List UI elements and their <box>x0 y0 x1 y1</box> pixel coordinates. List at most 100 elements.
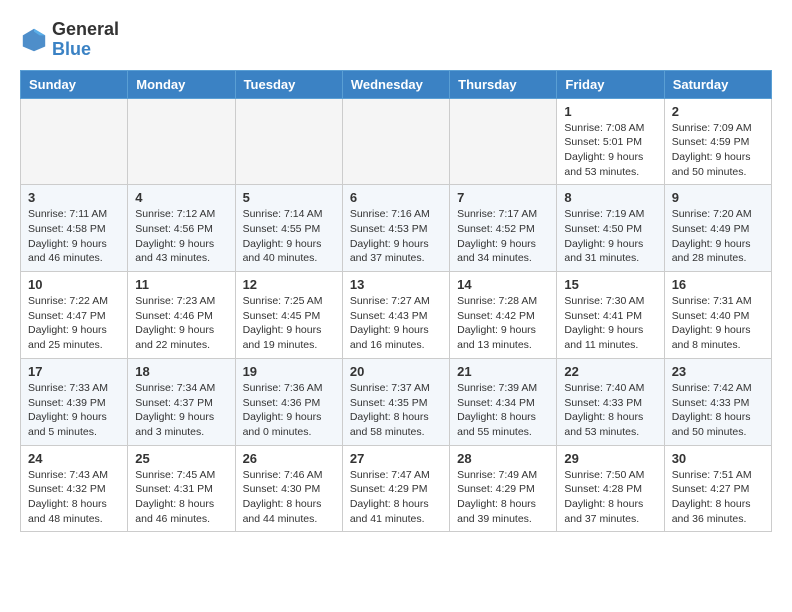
calendar-cell: 4Sunrise: 7:12 AM Sunset: 4:56 PM Daylig… <box>128 185 235 272</box>
calendar-cell: 2 Sunrise: 7:09 AM Sunset: 4:59 PM Daylig… <box>664 98 771 185</box>
day-number: 7 <box>457 190 549 205</box>
day-number: 17 <box>28 364 120 379</box>
day-info: Sunrise: 7:51 AM Sunset: 4:27 PM Dayligh… <box>672 468 764 527</box>
calendar-cell: 19 Sunrise: 7:36 AM Sunset: 4:36 PM Dayli… <box>235 358 342 445</box>
calendar-cell: 26Sunrise: 7:46 AM Sunset: 4:30 PM Dayli… <box>235 445 342 532</box>
calendar-week-4: 17 Sunrise: 7:33 AM Sunset: 4:39 PM Dayli… <box>21 358 772 445</box>
calendar-cell: 24Sunrise: 7:43 AM Sunset: 4:32 PM Dayli… <box>21 445 128 532</box>
day-number: 1 <box>564 104 656 119</box>
day-number: 11 <box>135 277 227 292</box>
calendar-cell: 17 Sunrise: 7:33 AM Sunset: 4:39 PM Dayli… <box>21 358 128 445</box>
day-number: 4 <box>135 190 227 205</box>
day-number: 30 <box>672 451 764 466</box>
day-info: Sunrise: 7:37 AM Sunset: 4:35 PM Dayligh… <box>350 381 442 440</box>
calendar-cell: 29Sunrise: 7:50 AM Sunset: 4:28 PM Dayli… <box>557 445 664 532</box>
day-number: 10 <box>28 277 120 292</box>
day-info: Sunrise: 7:20 AM Sunset: 4:49 PM Dayligh… <box>672 207 764 266</box>
day-info: Sunrise: 7:31 AM Sunset: 4:40 PM Dayligh… <box>672 294 764 353</box>
calendar-cell <box>450 98 557 185</box>
day-info: Sunrise: 7:22 AM Sunset: 4:47 PM Dayligh… <box>28 294 120 353</box>
day-number: 5 <box>243 190 335 205</box>
day-number: 8 <box>564 190 656 205</box>
calendar-cell: 30 Sunrise: 7:51 AM Sunset: 4:27 PM Dayli… <box>664 445 771 532</box>
weekday-header-monday: Monday <box>128 70 235 98</box>
calendar-week-3: 10 Sunrise: 7:22 AM Sunset: 4:47 PM Dayli… <box>21 272 772 359</box>
calendar-cell: 27 Sunrise: 7:47 AM Sunset: 4:29 PM Dayli… <box>342 445 449 532</box>
day-info: Sunrise: 7:09 AM Sunset: 4:59 PM Dayligh… <box>672 121 764 180</box>
calendar-week-5: 24Sunrise: 7:43 AM Sunset: 4:32 PM Dayli… <box>21 445 772 532</box>
day-number: 6 <box>350 190 442 205</box>
day-info: Sunrise: 7:19 AM Sunset: 4:50 PM Dayligh… <box>564 207 656 266</box>
day-number: 13 <box>350 277 442 292</box>
day-info: Sunrise: 7:33 AM Sunset: 4:39 PM Dayligh… <box>28 381 120 440</box>
day-number: 2 <box>672 104 764 119</box>
day-info: Sunrise: 7:46 AM Sunset: 4:30 PM Dayligh… <box>243 468 335 527</box>
calendar-cell: 1 Sunrise: 7:08 AM Sunset: 5:01 PM Daylig… <box>557 98 664 185</box>
calendar-week-1: 1 Sunrise: 7:08 AM Sunset: 5:01 PM Daylig… <box>21 98 772 185</box>
day-info: Sunrise: 7:25 AM Sunset: 4:45 PM Dayligh… <box>243 294 335 353</box>
day-number: 14 <box>457 277 549 292</box>
day-info: Sunrise: 7:17 AM Sunset: 4:52 PM Dayligh… <box>457 207 549 266</box>
day-info: Sunrise: 7:50 AM Sunset: 4:28 PM Dayligh… <box>564 468 656 527</box>
calendar-cell: 28 Sunrise: 7:49 AM Sunset: 4:29 PM Dayli… <box>450 445 557 532</box>
calendar-cell <box>128 98 235 185</box>
day-number: 9 <box>672 190 764 205</box>
day-info: Sunrise: 7:42 AM Sunset: 4:33 PM Dayligh… <box>672 381 764 440</box>
day-number: 20 <box>350 364 442 379</box>
day-number: 28 <box>457 451 549 466</box>
day-info: Sunrise: 7:28 AM Sunset: 4:42 PM Dayligh… <box>457 294 549 353</box>
weekday-header-wednesday: Wednesday <box>342 70 449 98</box>
calendar-week-2: 3 Sunrise: 7:11 AM Sunset: 4:58 PM Daylig… <box>21 185 772 272</box>
day-info: Sunrise: 7:43 AM Sunset: 4:32 PM Dayligh… <box>28 468 120 527</box>
day-number: 19 <box>243 364 335 379</box>
calendar-table: SundayMondayTuesdayWednesdayThursdayFrid… <box>20 70 772 533</box>
day-info: Sunrise: 7:11 AM Sunset: 4:58 PM Dayligh… <box>28 207 120 266</box>
weekday-header-thursday: Thursday <box>450 70 557 98</box>
calendar-cell: 9 Sunrise: 7:20 AM Sunset: 4:49 PM Daylig… <box>664 185 771 272</box>
logo-icon <box>20 26 48 54</box>
day-number: 23 <box>672 364 764 379</box>
calendar-cell: 23 Sunrise: 7:42 AM Sunset: 4:33 PM Dayli… <box>664 358 771 445</box>
calendar-cell: 12Sunrise: 7:25 AM Sunset: 4:45 PM Dayli… <box>235 272 342 359</box>
day-info: Sunrise: 7:27 AM Sunset: 4:43 PM Dayligh… <box>350 294 442 353</box>
day-number: 21 <box>457 364 549 379</box>
weekday-header-saturday: Saturday <box>664 70 771 98</box>
logo-general: General <box>52 19 119 39</box>
day-number: 15 <box>564 277 656 292</box>
day-info: Sunrise: 7:14 AM Sunset: 4:55 PM Dayligh… <box>243 207 335 266</box>
calendar-cell: 22 Sunrise: 7:40 AM Sunset: 4:33 PM Dayli… <box>557 358 664 445</box>
day-info: Sunrise: 7:30 AM Sunset: 4:41 PM Dayligh… <box>564 294 656 353</box>
day-info: Sunrise: 7:49 AM Sunset: 4:29 PM Dayligh… <box>457 468 549 527</box>
calendar-cell: 10 Sunrise: 7:22 AM Sunset: 4:47 PM Dayli… <box>21 272 128 359</box>
calendar-cell: 7 Sunrise: 7:17 AM Sunset: 4:52 PM Daylig… <box>450 185 557 272</box>
calendar-cell: 5 Sunrise: 7:14 AM Sunset: 4:55 PM Daylig… <box>235 185 342 272</box>
weekday-header-friday: Friday <box>557 70 664 98</box>
logo-blue: Blue <box>52 39 91 59</box>
day-number: 27 <box>350 451 442 466</box>
calendar-cell: 13 Sunrise: 7:27 AM Sunset: 4:43 PM Dayli… <box>342 272 449 359</box>
weekday-header-sunday: Sunday <box>21 70 128 98</box>
day-info: Sunrise: 7:36 AM Sunset: 4:36 PM Dayligh… <box>243 381 335 440</box>
calendar-cell: 3 Sunrise: 7:11 AM Sunset: 4:58 PM Daylig… <box>21 185 128 272</box>
calendar-cell <box>21 98 128 185</box>
day-info: Sunrise: 7:39 AM Sunset: 4:34 PM Dayligh… <box>457 381 549 440</box>
calendar-cell: 6 Sunrise: 7:16 AM Sunset: 4:53 PM Daylig… <box>342 185 449 272</box>
calendar-cell: 18Sunrise: 7:34 AM Sunset: 4:37 PM Dayli… <box>128 358 235 445</box>
day-info: Sunrise: 7:23 AM Sunset: 4:46 PM Dayligh… <box>135 294 227 353</box>
calendar-cell: 14 Sunrise: 7:28 AM Sunset: 4:42 PM Dayli… <box>450 272 557 359</box>
day-number: 22 <box>564 364 656 379</box>
day-info: Sunrise: 7:40 AM Sunset: 4:33 PM Dayligh… <box>564 381 656 440</box>
logo: General Blue <box>20 20 119 60</box>
calendar-cell: 11 Sunrise: 7:23 AM Sunset: 4:46 PM Dayli… <box>128 272 235 359</box>
page-header: General Blue <box>20 20 772 60</box>
calendar-cell: 21 Sunrise: 7:39 AM Sunset: 4:34 PM Dayli… <box>450 358 557 445</box>
day-number: 3 <box>28 190 120 205</box>
day-info: Sunrise: 7:08 AM Sunset: 5:01 PM Dayligh… <box>564 121 656 180</box>
day-number: 16 <box>672 277 764 292</box>
day-info: Sunrise: 7:16 AM Sunset: 4:53 PM Dayligh… <box>350 207 442 266</box>
calendar-body: 1 Sunrise: 7:08 AM Sunset: 5:01 PM Daylig… <box>21 98 772 532</box>
calendar-cell: 16 Sunrise: 7:31 AM Sunset: 4:40 PM Dayli… <box>664 272 771 359</box>
calendar-cell <box>235 98 342 185</box>
calendar-cell: 15 Sunrise: 7:30 AM Sunset: 4:41 PM Dayli… <box>557 272 664 359</box>
day-info: Sunrise: 7:47 AM Sunset: 4:29 PM Dayligh… <box>350 468 442 527</box>
